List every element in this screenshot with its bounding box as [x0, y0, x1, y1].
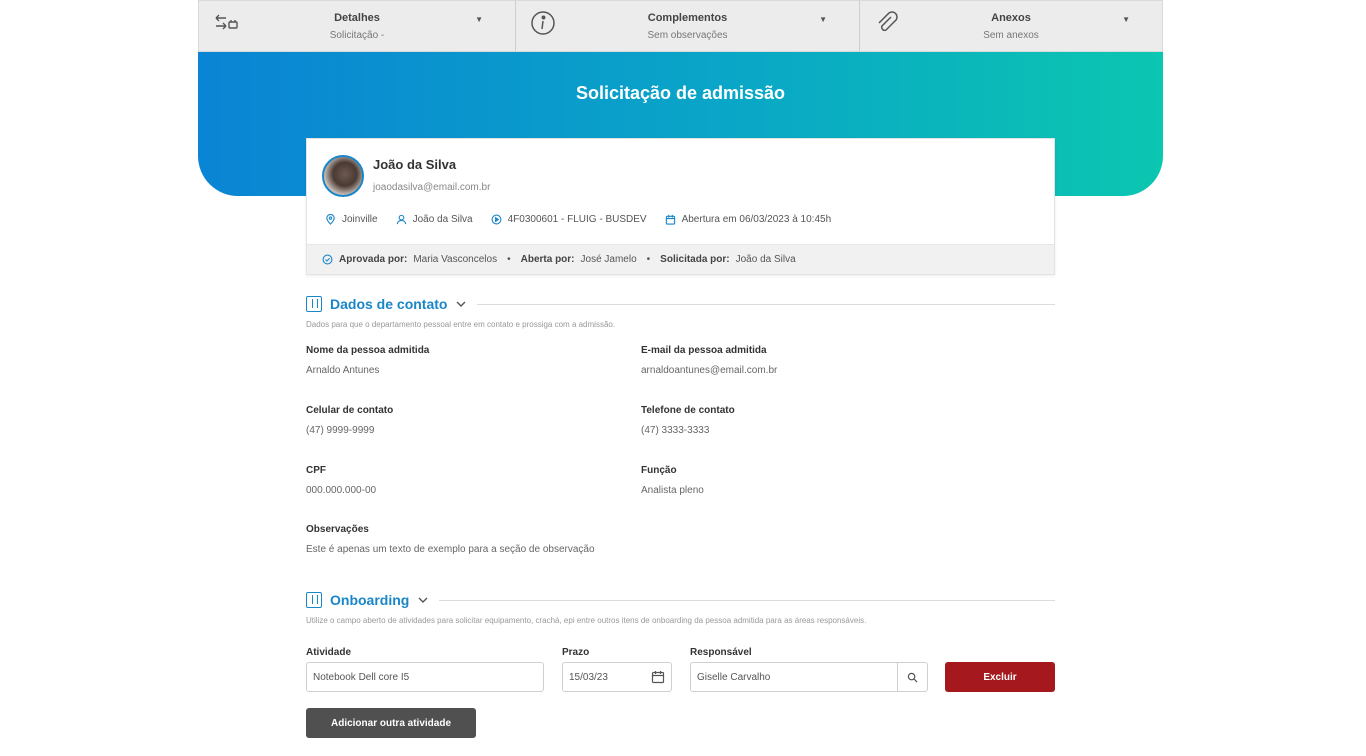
tab-detalhes[interactable]: Detalhes Solicitação - ▼	[199, 1, 516, 51]
location-pin-icon	[326, 214, 335, 225]
contact-section-title: Dados de contato	[330, 296, 448, 312]
tab-anexos-title: Anexos	[991, 12, 1031, 24]
field-label: Função	[641, 465, 677, 476]
deadline-label: Prazo	[562, 647, 590, 658]
meta-user-text: João da Silva	[412, 214, 473, 225]
field-email: E-mail da pessoa admitida arnaldoantunes…	[641, 345, 777, 376]
field-funcao: Função Analista pleno	[641, 465, 704, 496]
field-value: Arnaldo Antunes	[306, 365, 380, 376]
requester-email: joaodasilva@email.com.br	[373, 182, 491, 193]
separator-dot: •	[646, 254, 651, 265]
add-activity-button[interactable]: Adicionar outra atividade	[306, 708, 476, 738]
meta-opened-text: Abertura em 06/03/2023 à 10:45h	[681, 214, 832, 225]
field-value: Analista pleno	[641, 485, 704, 496]
field-label: CPF	[306, 465, 326, 476]
onboarding-section-description: Utilize o campo aberto de atividades par…	[306, 616, 867, 625]
field-telefone: Telefone de contato (47) 3333-3333	[641, 405, 735, 436]
contact-section: Dados de contato Dados para que o depart…	[306, 294, 1055, 329]
field-value: arnaldoantunes@email.com.br	[641, 365, 778, 376]
requester-card: João da Silva joaodasilva@email.com.br J…	[306, 138, 1055, 275]
field-value: Este é apenas um texto de exemplo para a…	[306, 544, 595, 555]
field-value: (47) 3333-3333	[641, 425, 710, 436]
calendar-icon[interactable]	[651, 670, 665, 687]
onboarding-section: Onboarding Utilize o campo aberto de ati…	[306, 590, 1055, 625]
tab-anexos[interactable]: Anexos Sem anexos ▼	[860, 1, 1162, 51]
requester-name: João da Silva	[373, 157, 457, 172]
contact-section-description: Dados para que o departamento pessoal en…	[306, 320, 616, 329]
owner-label: Responsável	[690, 647, 752, 658]
approved-label: Aprovada por:	[339, 254, 408, 265]
section-divider	[439, 599, 1055, 601]
field-celular: Celular de contato (47) 9999-9999	[306, 405, 393, 436]
meta-code-text: 4F0300601 - FLUIG - BUSDEV	[507, 214, 647, 225]
page-title: Solicitação de admissão	[575, 83, 786, 103]
chevron-down-icon[interactable]: ▼	[819, 15, 827, 24]
separator-dot: •	[507, 254, 511, 265]
field-value: 000.000.000-00	[306, 485, 377, 496]
field-label: Observações	[306, 524, 369, 535]
approved-value: Maria Vasconcelos	[413, 254, 498, 265]
calendar-icon	[665, 214, 675, 225]
field-value: (47) 9999-9999	[306, 425, 375, 436]
top-tab-bar: Detalhes Solicitação - ▼ Complementos Se…	[198, 0, 1163, 52]
check-circle-icon	[322, 254, 333, 265]
meta-opened: Abertura em 06/03/2023 à 10:45h	[665, 214, 832, 225]
field-label: Nome da pessoa admitida	[306, 345, 430, 356]
meta-city: Joinville	[325, 214, 378, 225]
owner-input-value: Giselle Carvalho	[697, 671, 771, 683]
field-observacoes: Observações Este é apenas um texto de ex…	[306, 524, 595, 555]
chevron-down-icon[interactable]: ▼	[475, 15, 483, 24]
process-icon	[491, 214, 502, 225]
approval-footer: Aprovada por: Maria Vasconcelos • Aberta…	[307, 244, 1054, 274]
field-label: Celular de contato	[306, 405, 394, 416]
chevron-down-icon[interactable]	[455, 298, 467, 310]
section-badge-icon	[306, 296, 322, 312]
deadline-input-value: 15/03/23	[569, 671, 608, 683]
opened-by-value: José Jamelo	[580, 254, 637, 265]
onboarding-section-title: Onboarding	[330, 592, 410, 608]
tab-complementos-title: Complementos	[647, 12, 728, 24]
chevron-down-icon[interactable]	[417, 594, 429, 606]
activity-label: Atividade	[306, 647, 352, 658]
activity-input[interactable]: Notebook Dell core I5	[306, 662, 544, 692]
section-divider	[477, 303, 1055, 305]
deadline-input[interactable]: 15/03/23	[562, 662, 672, 692]
chevron-down-icon[interactable]: ▼	[1122, 15, 1130, 24]
tab-detalhes-title: Detalhes	[334, 12, 380, 24]
search-icon[interactable]	[897, 663, 927, 691]
requester-meta: Joinville João da Silva 4F0300601 - FLUI…	[325, 214, 831, 225]
field-nome: Nome da pessoa admitida Arnaldo Antunes	[306, 345, 429, 376]
activity-input-value: Notebook Dell core I5	[313, 671, 410, 683]
delete-button[interactable]: Excluir	[945, 662, 1055, 692]
user-icon	[396, 214, 406, 225]
meta-city-text: Joinville	[342, 214, 378, 225]
field-cpf: CPF 000.000.000-00	[306, 465, 376, 496]
tab-complementos[interactable]: Complementos Sem observações ▼	[516, 1, 860, 51]
field-label: E-mail da pessoa admitida	[641, 345, 767, 356]
tab-anexos-subtitle: Sem anexos	[983, 30, 1039, 41]
avatar	[322, 155, 364, 197]
opened-by-label: Aberta por:	[520, 254, 575, 265]
meta-code: 4F0300601 - FLUIG - BUSDEV	[491, 214, 647, 225]
tab-complementos-subtitle: Sem observações	[647, 30, 728, 41]
tab-detalhes-subtitle: Solicitação -	[329, 30, 385, 41]
section-badge-icon	[306, 592, 322, 608]
requested-by-value: João da Silva	[735, 254, 796, 265]
contact-section-header[interactable]: Dados de contato	[306, 294, 1055, 314]
meta-user: João da Silva	[396, 214, 473, 225]
field-label: Telefone de contato	[641, 405, 735, 416]
onboarding-section-header[interactable]: Onboarding	[306, 590, 1055, 610]
owner-input[interactable]: Giselle Carvalho	[690, 662, 928, 692]
requested-by-label: Solicitada por:	[660, 254, 730, 265]
